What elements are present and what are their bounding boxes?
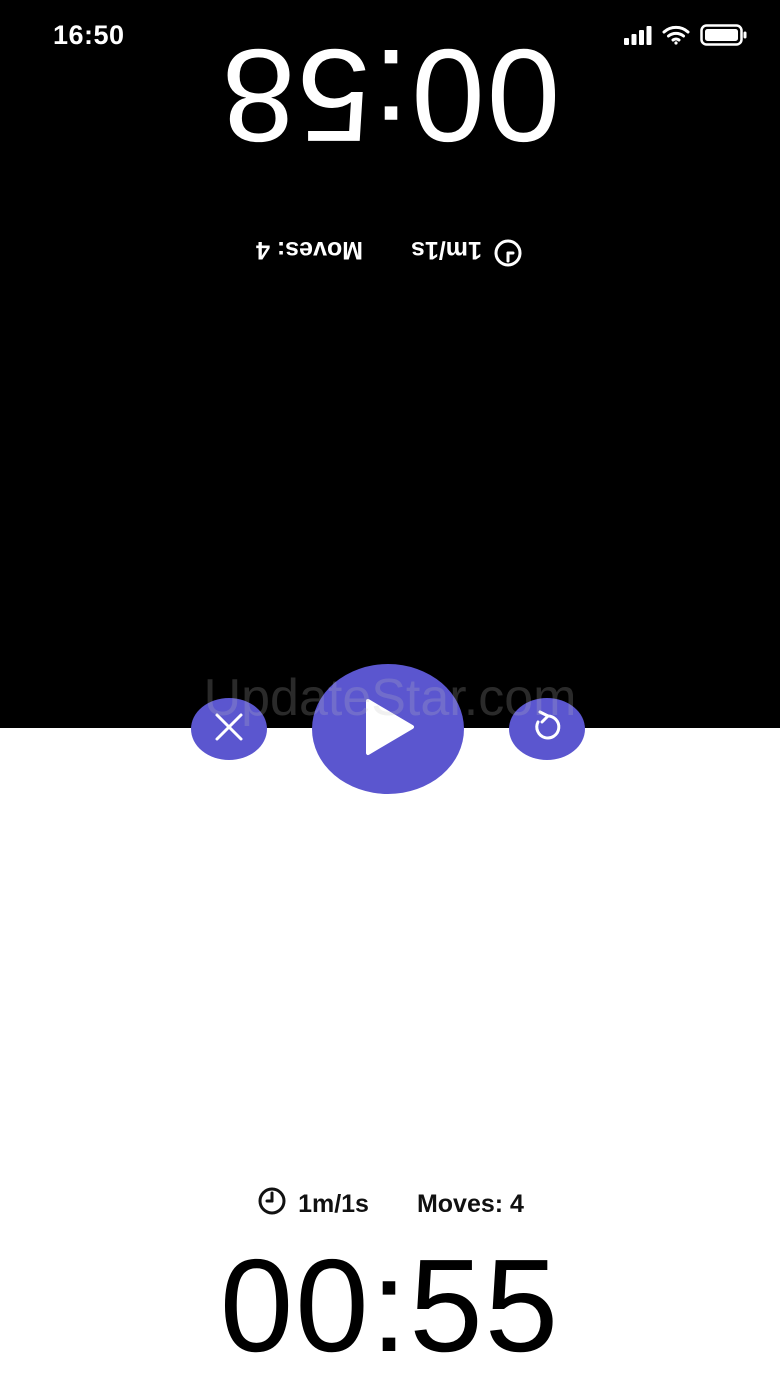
top-player-panel[interactable]: 1m/1s Moves: 4 00:58 bbox=[0, 0, 780, 728]
clock-icon bbox=[492, 231, 524, 270]
close-icon bbox=[214, 712, 244, 747]
clock-icon bbox=[256, 1185, 288, 1224]
status-icons bbox=[624, 24, 748, 51]
battery-icon bbox=[700, 24, 748, 51]
bottom-time-control: 1m/1s bbox=[256, 1185, 369, 1224]
play-icon bbox=[356, 695, 420, 764]
bottom-player-clock[interactable]: 00:55 bbox=[0, 1240, 780, 1372]
top-time-control-label: 1m/1s bbox=[411, 236, 482, 265]
wifi-icon bbox=[662, 25, 690, 50]
bottom-moves-count: Moves: 4 bbox=[416, 1189, 524, 1218]
bottom-time-control-label: 1m/1s bbox=[298, 1189, 369, 1218]
top-time-control: 1m/1s bbox=[411, 231, 524, 270]
top-moves-count: Moves: 4 bbox=[256, 236, 364, 265]
status-bar: 16:50 bbox=[0, 0, 780, 72]
status-time: 16:50 bbox=[53, 20, 125, 50]
close-button[interactable] bbox=[191, 698, 267, 760]
signal-icon bbox=[624, 25, 652, 50]
bottom-player-info: 1m/1s Moves: 4 bbox=[0, 1186, 780, 1222]
reset-icon bbox=[530, 710, 564, 749]
play-button[interactable] bbox=[312, 664, 464, 794]
top-player-info: 1m/1s Moves: 4 bbox=[0, 230, 780, 270]
reset-button[interactable] bbox=[509, 698, 585, 760]
